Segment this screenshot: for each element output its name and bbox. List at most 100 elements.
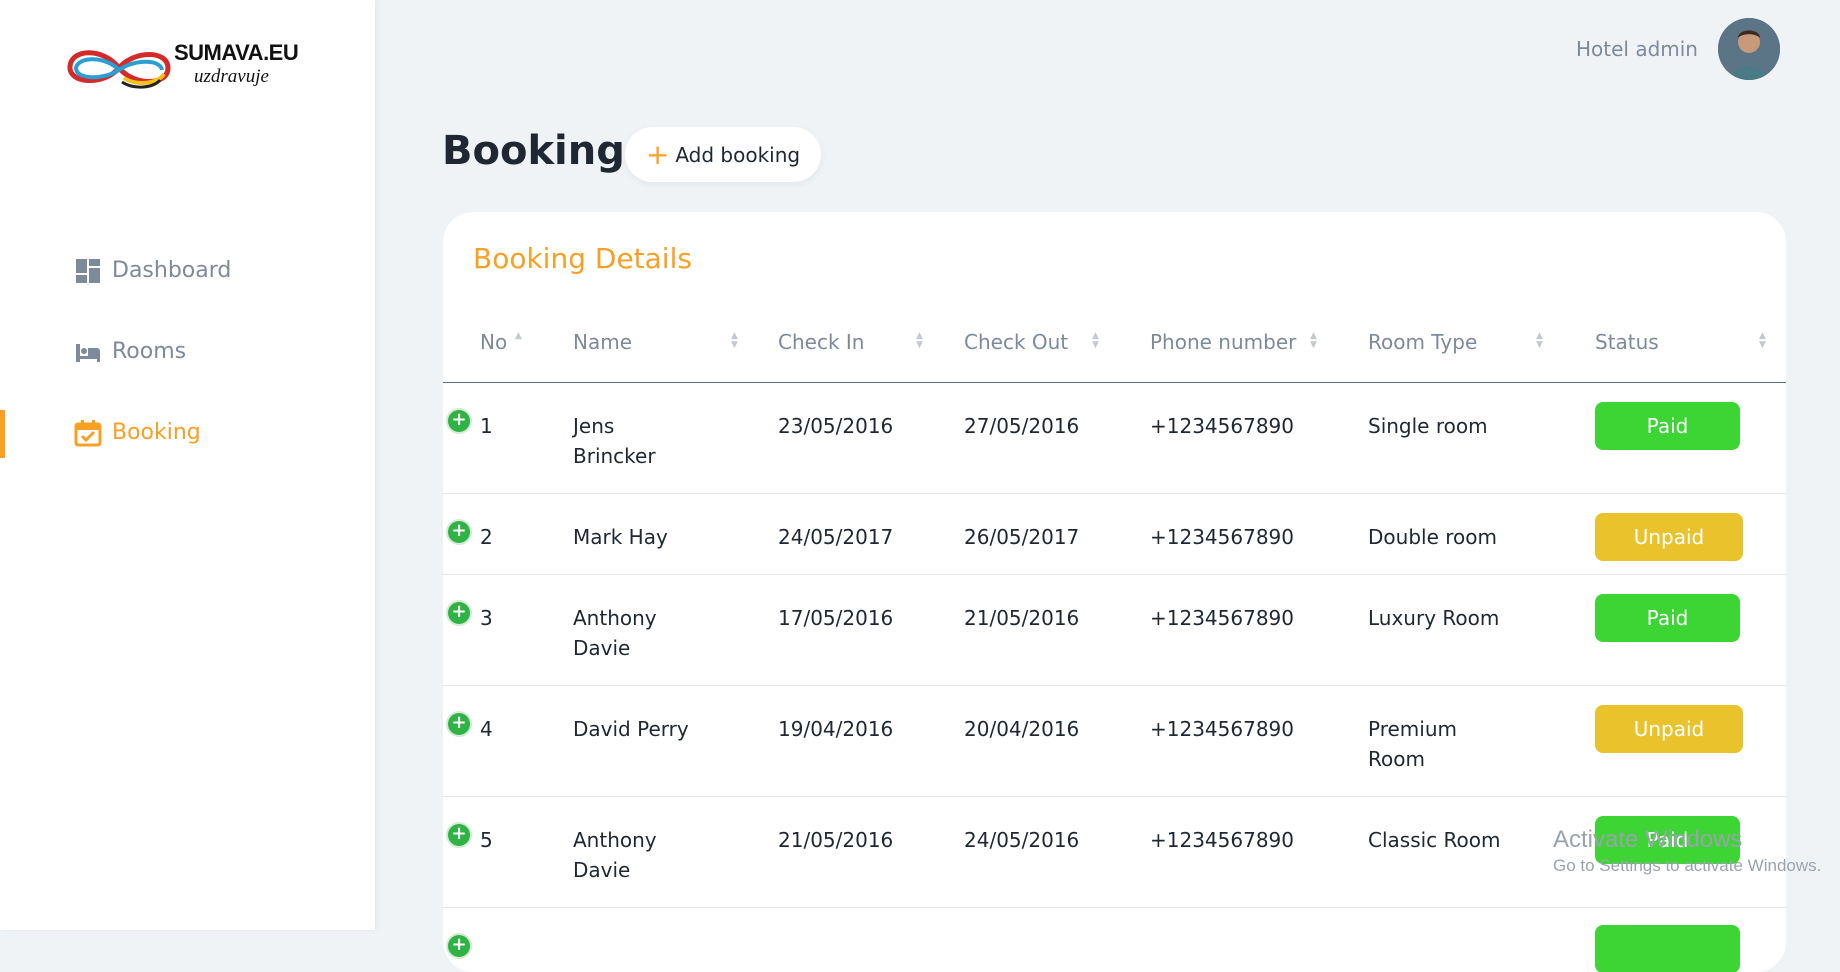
cell-room-type: Double room (1368, 493, 1595, 574)
expand-row-icon[interactable]: + (448, 521, 470, 543)
cell-status: Unpaid (1595, 685, 1786, 796)
user-name: Hotel admin (1576, 37, 1698, 61)
column-header-check-in[interactable]: Check In▲▼ (778, 302, 964, 382)
brand-tagline: uzdravuje (194, 66, 269, 88)
table-body: + 1 Jens Brincker 23/05/2016 27/05/2016 +… (443, 382, 1786, 972)
cell-check-out: 24/05/2016 (964, 796, 1150, 907)
table-row[interactable]: + (443, 907, 1786, 972)
cell-status: Paid (1595, 574, 1786, 685)
expand-row-icon[interactable]: + (448, 824, 470, 846)
table-row[interactable]: + 2 Mark Hay 24/05/2017 26/05/2017 +1234… (443, 493, 1786, 574)
sidebar-item-rooms[interactable]: Rooms (0, 311, 375, 392)
name-line: Anthony (573, 606, 657, 630)
cell-no: + (443, 907, 573, 972)
cell-check-in: 21/05/2016 (778, 796, 964, 907)
cell-phone: +1234567890 (1150, 685, 1368, 796)
cell-name: Anthony Davie (573, 574, 778, 685)
sort-icon: ▲▼ (731, 332, 738, 350)
name-line: Jens (573, 414, 614, 438)
cell-status (1595, 907, 1786, 972)
cell-phone: +1234567890 (1150, 574, 1368, 685)
sidebar-item-dashboard[interactable]: Dashboard (0, 230, 375, 311)
add-booking-button[interactable]: + Add booking (625, 127, 821, 182)
sidebar-item-booking[interactable]: Booking (0, 392, 375, 473)
sidebar-item-label: Booking (112, 420, 201, 445)
status-badge[interactable]: Unpaid (1595, 513, 1743, 561)
sort-icon: ▲▼ (1092, 332, 1099, 350)
cell-check-in: 24/05/2017 (778, 493, 964, 574)
plus-icon: + (646, 141, 669, 169)
status-badge[interactable] (1595, 925, 1740, 972)
cell-no: + 2 (443, 493, 573, 574)
brand-name: SUMAVA.EU (174, 40, 298, 66)
windows-activation-watermark: Activate Windows Go to Settings to activ… (1553, 826, 1821, 876)
expand-row-icon[interactable]: + (448, 713, 470, 735)
cell-check-out: 21/05/2016 (964, 574, 1150, 685)
card-title: Booking Details (473, 242, 692, 275)
room_type-line: Single room (1368, 414, 1488, 438)
column-header-check-out[interactable]: Check Out▲▼ (964, 302, 1150, 382)
page-title: Booking (442, 128, 625, 174)
expand-row-icon[interactable]: + (448, 935, 470, 957)
cell-phone: +1234567890 (1150, 382, 1368, 493)
column-header-phone[interactable]: Phone number▲▼ (1150, 302, 1368, 382)
calendar-check-icon (74, 419, 102, 447)
cell-no: + 3 (443, 574, 573, 685)
sort-icon: ▲▼ (1536, 332, 1543, 350)
cell-check-out: 26/05/2017 (964, 493, 1150, 574)
name-line: Davie (573, 636, 630, 660)
expand-row-icon[interactable]: + (448, 410, 470, 432)
sidebar-item-label: Rooms (112, 339, 186, 364)
sidebar-item-label: Dashboard (112, 258, 231, 283)
cell-check-in: 23/05/2016 (778, 382, 964, 493)
room_type-line: Luxury Room (1368, 606, 1499, 630)
cell-phone: +1234567890 (1150, 493, 1368, 574)
expand-row-icon[interactable]: + (448, 602, 470, 624)
cell-check-in: 17/05/2016 (778, 574, 964, 685)
sort-icon: ▲▼ (916, 332, 923, 350)
sidebar-nav: Dashboard Rooms Booking (0, 230, 375, 473)
avatar[interactable] (1718, 18, 1780, 80)
cell-status: Unpaid (1595, 493, 1786, 574)
column-header-no[interactable]: No▲ (443, 302, 573, 382)
cell-room-type: Luxury Room (1368, 574, 1595, 685)
table-row[interactable]: + 3 Anthony Davie 17/05/2016 21/05/2016 +… (443, 574, 1786, 685)
cell-name: Mark Hay (573, 493, 778, 574)
cell-room-type: PremiumRoom (1368, 685, 1595, 796)
table-row[interactable]: + 4 David Perry 19/04/2016 20/04/2016 +1… (443, 685, 1786, 796)
column-header-room-type[interactable]: Room Type▲▼ (1368, 302, 1595, 382)
cell-check-out: 27/05/2016 (964, 382, 1150, 493)
cell-check-in: 19/04/2016 (778, 685, 964, 796)
sort-icon: ▲▼ (1759, 332, 1766, 350)
user-menu[interactable]: Hotel admin (1576, 18, 1780, 80)
cell-phone: +1234567890 (1150, 796, 1368, 907)
brand-logo[interactable]: SUMAVA.EU uzdravuje (64, 40, 324, 92)
watermark-line1: Activate Windows (1553, 826, 1821, 854)
cell-check-out: 20/04/2016 (964, 685, 1150, 796)
room_type-line: Double room (1368, 525, 1497, 549)
add-booking-label: Add booking (675, 143, 800, 167)
room_type-line: Classic Room (1368, 828, 1500, 852)
cell-no: + 1 (443, 382, 573, 493)
status-badge[interactable]: Unpaid (1595, 705, 1743, 753)
column-header-status[interactable]: Status▲▼ (1595, 302, 1786, 382)
cell-no: + 5 (443, 796, 573, 907)
table-header-row: No▲ Name▲▼ Check In▲▼ Check Out▲▼ Phone … (443, 302, 1786, 382)
name-line: Anthony (573, 828, 657, 852)
sidebar: SUMAVA.EU uzdravuje Dashboard Rooms Book… (0, 0, 375, 930)
cell-name: Jens Brincker (573, 382, 778, 493)
user-avatar-image (1718, 18, 1780, 80)
sort-icon: ▲ (515, 332, 522, 341)
cell-name: Anthony Davie (573, 796, 778, 907)
status-badge[interactable]: Paid (1595, 402, 1740, 450)
name-line: Mark Hay (573, 525, 668, 549)
name-line: Brincker (573, 444, 656, 468)
status-badge[interactable]: Paid (1595, 594, 1740, 642)
table-row[interactable]: + 1 Jens Brincker 23/05/2016 27/05/2016 +… (443, 382, 1786, 493)
cell-status: Paid (1595, 382, 1786, 493)
cell-name: David Perry (573, 685, 778, 796)
cell-no: + 4 (443, 685, 573, 796)
name-line: Davie (573, 858, 630, 882)
sort-icon: ▲▼ (1310, 332, 1317, 350)
column-header-name[interactable]: Name▲▼ (573, 302, 778, 382)
